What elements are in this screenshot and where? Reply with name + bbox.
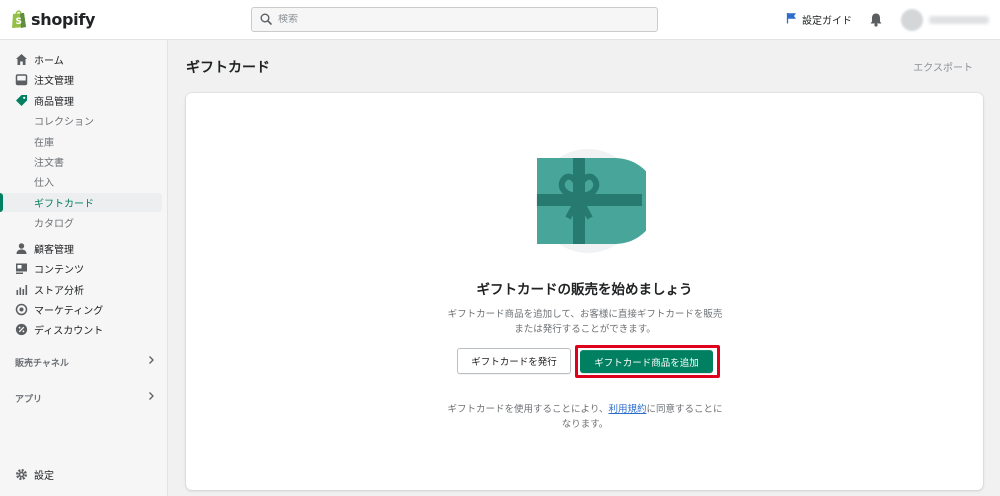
person-icon [15, 242, 28, 255]
empty-state-description: ギフトカード商品を追加して、お客様に直接ギフトカードを販売または発行することがで… [447, 309, 723, 335]
user-menu[interactable] [901, 7, 1000, 33]
sidebar-item-settings[interactable]: 設定 [0, 465, 162, 484]
page-title: ギフトカード [186, 60, 270, 76]
tag-icon [15, 94, 28, 107]
sidebar-item-discounts[interactable]: ディスカウント [0, 320, 162, 339]
export-button[interactable]: エクスポート [913, 59, 973, 74]
discount-icon [15, 323, 28, 336]
avatar [901, 9, 923, 31]
gift-card-empty-state: ギフトカードの販売を始めましょう ギフトカード商品を追加して、お客様に直接ギフト… [186, 93, 983, 490]
sidebar-item-home[interactable]: ホーム [0, 50, 162, 69]
add-gift-card-product-button[interactable]: ギフトカード商品を追加 [580, 350, 713, 373]
sidebar-item-purchase-orders[interactable]: 注文書 [0, 152, 162, 171]
shopify-bag-icon: S [11, 9, 27, 29]
setup-guide-button[interactable]: 設定ガイド [786, 12, 852, 27]
highlight-box: ギフトカード商品を追加 [575, 345, 720, 378]
active-indicator [0, 193, 3, 212]
target-icon [15, 303, 28, 316]
user-name-blurred [929, 16, 989, 24]
home-icon [15, 53, 28, 66]
terms-note: ギフトカードを使用することにより、利用規約に同意することになります。 [447, 404, 723, 430]
inbox-icon [15, 73, 28, 86]
apps-header[interactable]: アプリ [15, 392, 155, 405]
search-input[interactable] [278, 14, 638, 25]
sales-channels-header[interactable]: 販売チャネル [15, 356, 155, 369]
top-bar: S shopify 設定ガイド [0, 0, 1000, 40]
issue-gift-card-button[interactable]: ギフトカードを発行 [457, 348, 571, 374]
empty-state-title: ギフトカードの販売を始めましょう [476, 282, 693, 298]
gear-icon [15, 468, 28, 481]
sidebar-item-orders[interactable]: 注文管理 [0, 70, 162, 89]
svg-text:S: S [16, 17, 22, 27]
search-bar[interactable] [251, 7, 658, 32]
bell-icon[interactable] [869, 12, 883, 31]
sidebar-item-customers[interactable]: 顧客管理 [0, 239, 162, 258]
sidebar-item-gift-cards[interactable]: ギフトカード [0, 193, 162, 212]
terms-link[interactable]: 利用規約 [608, 404, 646, 415]
sidebar-item-products[interactable]: 商品管理 [0, 91, 162, 110]
logo-text: shopify [31, 9, 96, 29]
analytics-icon [15, 283, 28, 296]
sidebar-item-collections[interactable]: コレクション [0, 111, 162, 130]
sidebar-item-marketing[interactable]: マーケティング [0, 300, 162, 319]
search-icon [260, 10, 272, 29]
content-icon [15, 262, 28, 275]
sidebar-item-analytics[interactable]: ストア分析 [0, 280, 162, 299]
sidebar-item-transfers[interactable]: 仕入 [0, 172, 162, 191]
chevron-right-icon [147, 391, 155, 404]
chevron-right-icon [147, 355, 155, 368]
shopify-logo[interactable]: S shopify [11, 9, 95, 29]
sidebar-item-catalogs[interactable]: カタログ [0, 213, 162, 232]
sidebar: ホーム 注文管理 商品管理 コレクション 在庫 注文書 仕入 ギフトカード カタ… [0, 40, 168, 496]
flag-icon [786, 12, 797, 27]
sidebar-item-content[interactable]: コンテンツ [0, 259, 162, 278]
setup-guide-label: 設定ガイド [802, 16, 852, 27]
sidebar-item-inventory[interactable]: 在庫 [0, 132, 162, 151]
gift-card-illustration [530, 146, 658, 256]
